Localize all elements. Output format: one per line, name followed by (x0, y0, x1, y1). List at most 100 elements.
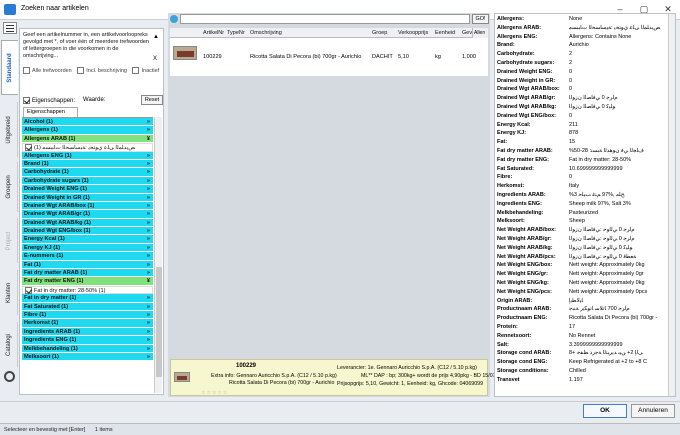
property-value: Sheep (569, 218, 585, 225)
filter-item[interactable]: Fat dry matter ARAB (1) » (22, 269, 153, 278)
property-key: Brand: (497, 42, 515, 49)
filter-item[interactable]: Allergens ENG (1) » (22, 151, 153, 160)
cell-omschrijving: Ricotta Salata Di Pecora (bi) 700gr - Au… (250, 54, 362, 60)
col-groep[interactable]: Groep (372, 30, 387, 36)
filter-item[interactable]: Herkomst (1) » (22, 319, 153, 328)
filter-item[interactable]: Melkbehandeling (1) » (22, 344, 153, 353)
tab-groepen[interactable]: Groepen (1, 162, 18, 212)
filter-item[interactable]: Brand (1) » (22, 159, 153, 169)
filter-item-label: Fat dry matter ENG (1) (24, 278, 84, 285)
expand-arrow-icon[interactable]: » (147, 319, 150, 327)
filter-item[interactable]: Fat (1) » (22, 260, 153, 270)
expand-arrow-icon[interactable]: ¥ (147, 277, 150, 285)
filter-item[interactable]: Drained Wgt ENG/box (1) » (22, 227, 153, 236)
ok-button[interactable]: OK (583, 404, 627, 418)
property-key: Allergens ARAB: (497, 24, 542, 31)
reset-button[interactable]: Reset (141, 95, 163, 105)
expand-arrow-icon[interactable]: » (147, 227, 150, 235)
filter-value-checkbox[interactable] (25, 286, 32, 294)
filter-item[interactable]: Ingredients ARAB (1) » (22, 327, 153, 337)
filter-item[interactable]: Energy Kcal (1) » (22, 235, 153, 244)
col-verkoopprijs[interactable]: Verkoopprijs (398, 30, 428, 36)
filter-item[interactable]: Melksoort (1) » (22, 352, 153, 362)
property-row: Storage cond ENG: Keep Refrigerated at +2… (497, 359, 647, 366)
filter-item[interactable]: Drained Wgt ARAB/kg (1) » (22, 218, 153, 228)
expand-arrow-icon[interactable]: ¥ (147, 135, 150, 143)
filter-item[interactable]: Fat Saturated (1) » (22, 302, 153, 311)
detail-scrollbar[interactable] (668, 14, 675, 396)
hamburger-menu-icon[interactable] (3, 22, 17, 34)
filter-item[interactable]: Ingredients ENG (1) » (22, 336, 153, 345)
filter-item[interactable]: Drained Wgt ARAB/box (1) » (22, 201, 153, 211)
expand-arrow-icon[interactable]: » (147, 194, 150, 202)
expand-arrow-icon[interactable]: » (147, 252, 150, 260)
filter-item[interactable]: Allergens ARAB (1) ¥ (22, 134, 153, 144)
expand-arrow-icon[interactable]: » (147, 118, 150, 126)
filter-item[interactable]: Fibre (1) » (22, 310, 153, 320)
expand-arrow-icon[interactable]: » (147, 219, 150, 227)
col-omschrijving[interactable]: Omschrijving (250, 30, 282, 36)
filter-item[interactable]: Drained Wgt ARAB/gr (1) » (22, 210, 153, 219)
filter-value-checkbox[interactable] (25, 144, 32, 152)
search-input[interactable] (180, 14, 470, 24)
filter-item[interactable]: Energy KJ (1) » (22, 243, 153, 253)
expand-arrow-icon[interactable]: » (147, 126, 150, 134)
filter-item[interactable]: E-nummers (1) » (22, 252, 153, 261)
filter-item[interactable]: Allergens (1) » (22, 126, 153, 135)
filter-list-scrollbar[interactable] (154, 117, 162, 393)
filter-item[interactable]: Carbohydrate sugars (1) » (22, 176, 153, 186)
table-row[interactable]: 100229 Ricotta Salata Di Pecora (bi) 700… (170, 39, 488, 73)
tab-klanten[interactable]: Klanten (1, 270, 18, 315)
gear-icon[interactable] (4, 371, 15, 382)
property-key: Salt: (497, 341, 509, 348)
filter-value-item[interactable]: ﺺﻳﺪﻠﻤﻟا ﻰﻠﻋ ﻱﻮﺘﺤﻳ :ﺔﻴﺳﺎﺴﺤﻟا تﺎﺒﺒﺴﻣ (1) (22, 143, 153, 152)
expand-arrow-icon[interactable]: » (147, 177, 150, 185)
expand-arrow-icon[interactable]: » (147, 168, 150, 176)
expand-arrow-icon[interactable]: » (147, 185, 150, 193)
tab-eigenschappen[interactable]: Eigenschappen (23, 107, 78, 117)
expand-arrow-icon[interactable]: » (147, 261, 150, 269)
allen-button[interactable]: Allen (472, 28, 488, 38)
filter-item[interactable]: Drained Weight ENG (1) » (22, 185, 153, 194)
filter-item[interactable]: Alcohol (1) » (22, 118, 153, 127)
expand-arrow-icon[interactable]: » (147, 210, 150, 218)
close-icon[interactable]: X (153, 56, 157, 62)
tab-project[interactable]: Project (1, 218, 18, 263)
expand-arrow-icon[interactable]: » (147, 235, 150, 243)
col-eenheid[interactable]: Eenheid (435, 30, 455, 36)
inactive-checkbox[interactable] (132, 67, 140, 74)
rating-stars[interactable]: ☆☆☆☆☆ (201, 390, 228, 396)
expand-arrow-icon[interactable]: » (147, 202, 150, 210)
property-row: Net Weight ENG/kg: Nett weight: Approxima… (497, 280, 645, 287)
properties-checkbox[interactable] (23, 97, 30, 104)
expand-arrow-icon[interactable]: » (147, 336, 150, 344)
incl-description-checkbox[interactable] (77, 67, 85, 74)
cancel-button[interactable]: Annuleren (631, 404, 675, 418)
expand-arrow-icon[interactable]: » (147, 160, 150, 168)
expand-arrow-icon[interactable]: » (147, 328, 150, 336)
filter-item[interactable]: Fat in dry matter (1) » (22, 294, 153, 303)
filter-value-item[interactable]: Fat in dry matter: 28-50% (1) (22, 285, 153, 295)
expand-arrow-icon[interactable]: » (147, 353, 150, 361)
expand-arrow-icon[interactable]: » (147, 311, 150, 319)
filter-item[interactable]: Fat dry matter ENG (1) ¥ (22, 277, 153, 286)
chevron-up-icon[interactable]: ▲ (153, 34, 159, 40)
tab-uitgebreid[interactable]: Uitgebreid (1, 102, 18, 157)
expand-arrow-icon[interactable]: » (147, 244, 150, 252)
all-keywords-checkbox[interactable] (23, 67, 30, 74)
expand-arrow-icon[interactable]: » (147, 294, 150, 302)
expand-arrow-icon[interactable]: » (147, 345, 150, 353)
expand-arrow-icon[interactable]: » (147, 269, 150, 277)
col-gev[interactable]: Gev (462, 30, 472, 36)
tab-catalogi[interactable]: Catalogi (1, 322, 18, 367)
filter-item[interactable]: Drained Weight in GR (1) » (22, 193, 153, 202)
col-typenr[interactable]: TypeNr (227, 30, 245, 36)
col-artikelnr[interactable]: ArtikelNr (203, 30, 224, 36)
filter-item[interactable]: Carbohydrate (1) » (22, 168, 153, 177)
expand-arrow-icon[interactable]: » (147, 152, 150, 160)
go-button[interactable]: GO! (472, 14, 489, 24)
expand-arrow-icon[interactable]: » (147, 303, 150, 311)
tab-standaard[interactable]: Standaard (1, 40, 18, 95)
property-key: Carbohydrate: (497, 51, 535, 58)
property-value: Nett weight: Approximately 0gr (569, 271, 644, 278)
